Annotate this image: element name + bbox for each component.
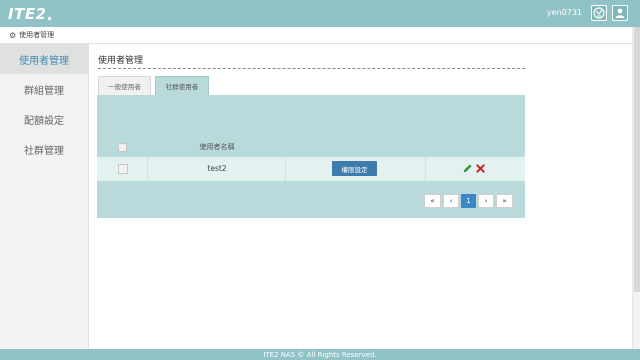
next-page-button[interactable]: › <box>478 194 494 208</box>
first-page-button[interactable]: « <box>424 194 441 208</box>
sidebar: 使用者管理 群組管理 配額設定 社群管理 <box>0 44 89 349</box>
page-1-button[interactable]: 1 <box>461 194 476 208</box>
page-title: 使用者管理 <box>98 56 144 66</box>
footer: ITE2 NAS © All Rights Reserved. <box>0 349 640 360</box>
language-icon <box>593 7 605 19</box>
cell-divider <box>285 157 286 181</box>
scrollbar-thumb[interactable] <box>634 27 640 292</box>
vertical-scrollbar[interactable] <box>632 27 640 349</box>
sidebar-item-user-management[interactable]: 使用者管理 <box>0 44 88 74</box>
row-checkbox[interactable] <box>118 164 128 174</box>
select-all-checkbox[interactable] <box>118 143 127 152</box>
row-username: test2 <box>207 164 227 173</box>
prev-page-button[interactable]: ‹ <box>443 194 459 208</box>
gear-icon: ⚙ <box>9 30 17 40</box>
tab-general-users[interactable]: 一般使用者 <box>98 76 151 95</box>
sidebar-item-community-management[interactable]: 社群管理 <box>0 134 88 164</box>
cell-divider <box>425 157 426 181</box>
top-bar: ITE2 yen0731 <box>0 0 640 27</box>
user-icon <box>615 8 625 18</box>
breadcrumb: ⚙ 使用者管理 <box>0 27 632 44</box>
permission-settings-button[interactable]: 權限設定 <box>332 161 377 176</box>
language-button[interactable] <box>591 5 607 21</box>
logo: ITE2 <box>8 4 51 23</box>
delete-icon[interactable] <box>475 163 486 174</box>
sidebar-item-group-management[interactable]: 群組管理 <box>0 74 88 104</box>
username[interactable]: yen0731 <box>547 8 582 17</box>
table-row: test2 權限設定 <box>97 157 525 181</box>
tab-social-users[interactable]: 社群使用者 <box>155 76 209 95</box>
sidebar-item-quota-settings[interactable]: 配額設定 <box>0 104 88 134</box>
title-divider <box>98 68 525 69</box>
breadcrumb-label: 使用者管理 <box>19 31 55 39</box>
edit-icon[interactable] <box>462 163 473 174</box>
cell-divider <box>147 157 148 181</box>
column-header-username: 使用者名稱 <box>199 143 235 151</box>
users-table-panel: 使用者名稱 test2 權限設定 « ‹ 1 › » <box>97 95 525 218</box>
logo-text: ITE2 <box>8 4 47 23</box>
user-menu-button[interactable] <box>612 5 628 21</box>
logo-dot <box>47 16 51 20</box>
last-page-button[interactable]: » <box>496 194 513 208</box>
